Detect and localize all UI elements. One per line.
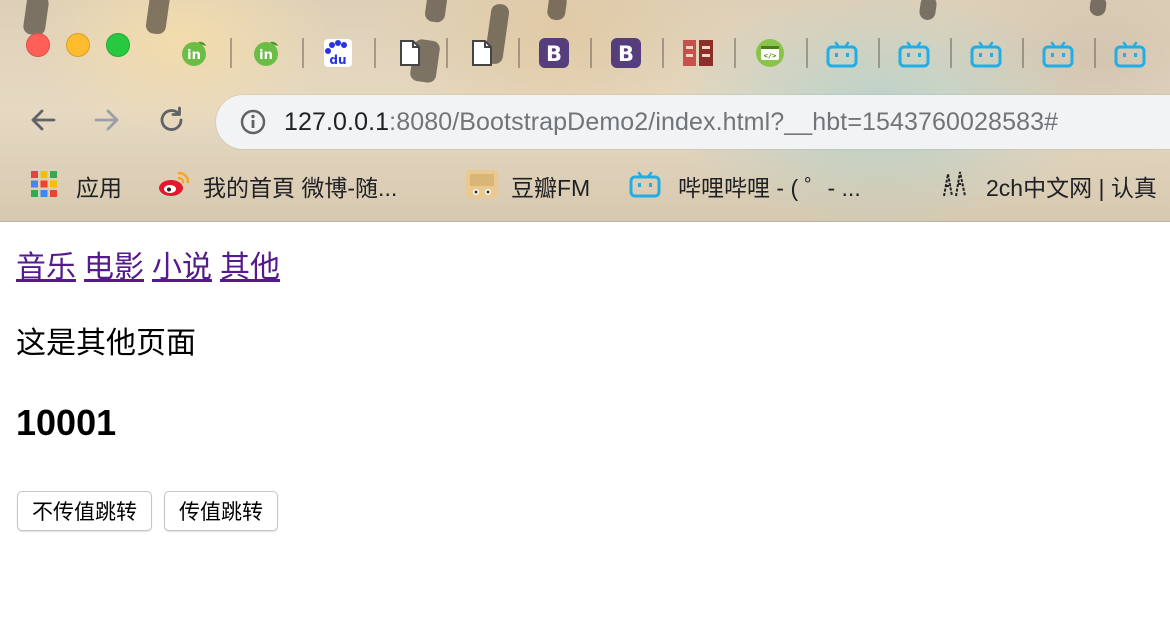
bookmark-apps[interactable]: 应用 <box>30 160 122 212</box>
invision-icon: in <box>252 39 280 67</box>
svg-text:B: B <box>546 42 562 66</box>
no-param-jump-button[interactable]: 不传值跳转 <box>17 491 152 531</box>
svg-text:</>: </> <box>764 52 777 60</box>
address-bar[interactable]: 127.0.0.1:8080/BootstrapDemo2/index.html… <box>216 95 1170 149</box>
browser-tab[interactable]: in <box>158 30 230 76</box>
svg-text:du: du <box>329 53 346 67</box>
back-arrow-icon <box>28 105 58 140</box>
forward-arrow-icon <box>92 105 122 140</box>
browser-toolbar: 127.0.0.1:8080/BootstrapDemo2/index.html… <box>0 92 1170 152</box>
bookmark-2ch[interactable]: 2ch中文网 | 认真 <box>938 160 1157 212</box>
browser-tab[interactable]: B <box>590 30 662 76</box>
browser-tab[interactable] <box>662 30 734 76</box>
bookmarks-bar: 应用 我的首頁 微博-随... 豆瓣FM 哔哩哔哩 - ( ゜- ... 2ch… <box>0 160 1170 212</box>
fb-logo-icon <box>681 38 715 68</box>
bilibili-icon <box>825 38 859 68</box>
nav-link-music[interactable]: 音乐 <box>16 251 76 284</box>
close-window-button[interactable] <box>26 33 50 57</box>
browser-tab[interactable]: B <box>518 30 590 76</box>
bootstrap-icon: B <box>538 37 570 69</box>
blank-page-icon <box>398 39 422 67</box>
value-heading: 10001 <box>16 402 117 443</box>
back-button[interactable] <box>21 100 65 144</box>
browser-chrome: in in du B B </> 127.0.0.1:8080/Bootstra… <box>0 0 1170 222</box>
nav-link-movies[interactable]: 电影 <box>84 251 144 284</box>
bookmark-label: 豆瓣FM <box>511 175 591 201</box>
page-description: 这是其他页面 <box>16 327 196 360</box>
param-jump-button[interactable]: 传值跳转 <box>164 491 278 531</box>
url-path: :8080/BootstrapDemo2/index.html?__hbt=15… <box>389 107 1059 136</box>
bootstrap-icon: B <box>610 37 642 69</box>
bilibili-icon <box>897 38 931 68</box>
bookmark-label: 哔哩哔哩 - ( ゜- ... <box>678 175 861 201</box>
browser-tab[interactable] <box>950 30 1022 76</box>
baidu-icon: du <box>323 38 353 68</box>
browser-tab[interactable] <box>446 30 518 76</box>
browser-tab[interactable] <box>878 30 950 76</box>
browser-tab[interactable] <box>1022 30 1094 76</box>
bilibili-icon <box>628 169 662 204</box>
forward-button[interactable] <box>85 100 129 144</box>
svg-text:in: in <box>259 48 273 63</box>
nav-link-other[interactable]: 其他 <box>220 251 280 284</box>
browser-tab[interactable]: </> <box>734 30 806 76</box>
weibo-icon <box>157 169 191 204</box>
browser-tab[interactable] <box>374 30 446 76</box>
window-controls <box>26 33 130 57</box>
bilibili-icon <box>1113 38 1147 68</box>
bookmark-label: 应用 <box>76 175 122 201</box>
2ch-icon <box>938 168 970 205</box>
nav-links: 音乐 电影 小说 其他 <box>16 242 288 286</box>
douban-fm-icon <box>465 169 499 204</box>
apps-grid-icon <box>30 170 58 203</box>
browser-tab[interactable]: du <box>302 30 374 76</box>
browser-tab[interactable] <box>1094 30 1166 76</box>
bookmark-bilibili[interactable]: 哔哩哔哩 - ( ゜- ... <box>628 160 861 212</box>
blank-page-icon <box>470 39 494 67</box>
bilibili-icon <box>1041 38 1075 68</box>
reload-icon <box>157 105 187 140</box>
code-editor-icon: </> <box>755 38 785 68</box>
zoom-window-button[interactable] <box>106 33 130 57</box>
url-host: 127.0.0.1 <box>284 107 390 136</box>
bookmark-label: 2ch中文网 | 认真 <box>986 175 1157 201</box>
browser-tab[interactable] <box>806 30 878 76</box>
tab-strip: in in du B B </> <box>158 30 1166 76</box>
svg-text:B: B <box>618 42 634 66</box>
invision-icon: in <box>180 39 208 67</box>
nav-link-novels[interactable]: 小说 <box>152 251 212 284</box>
minimize-window-button[interactable] <box>66 33 90 57</box>
url-text[interactable]: 127.0.0.1:8080/BootstrapDemo2/index.html… <box>284 108 1058 137</box>
bilibili-icon <box>969 38 1003 68</box>
info-icon[interactable] <box>238 107 268 137</box>
bookmark-label: 我的首頁 微博-随... <box>203 175 398 201</box>
button-row: 不传值跳转 传值跳转 <box>17 491 278 531</box>
reload-button[interactable] <box>150 100 194 144</box>
svg-text:in: in <box>187 48 201 63</box>
bookmark-weibo[interactable]: 我的首頁 微博-随... <box>157 160 397 212</box>
bookmark-douban-fm[interactable]: 豆瓣FM <box>465 160 590 212</box>
browser-tab[interactable]: in <box>230 30 302 76</box>
